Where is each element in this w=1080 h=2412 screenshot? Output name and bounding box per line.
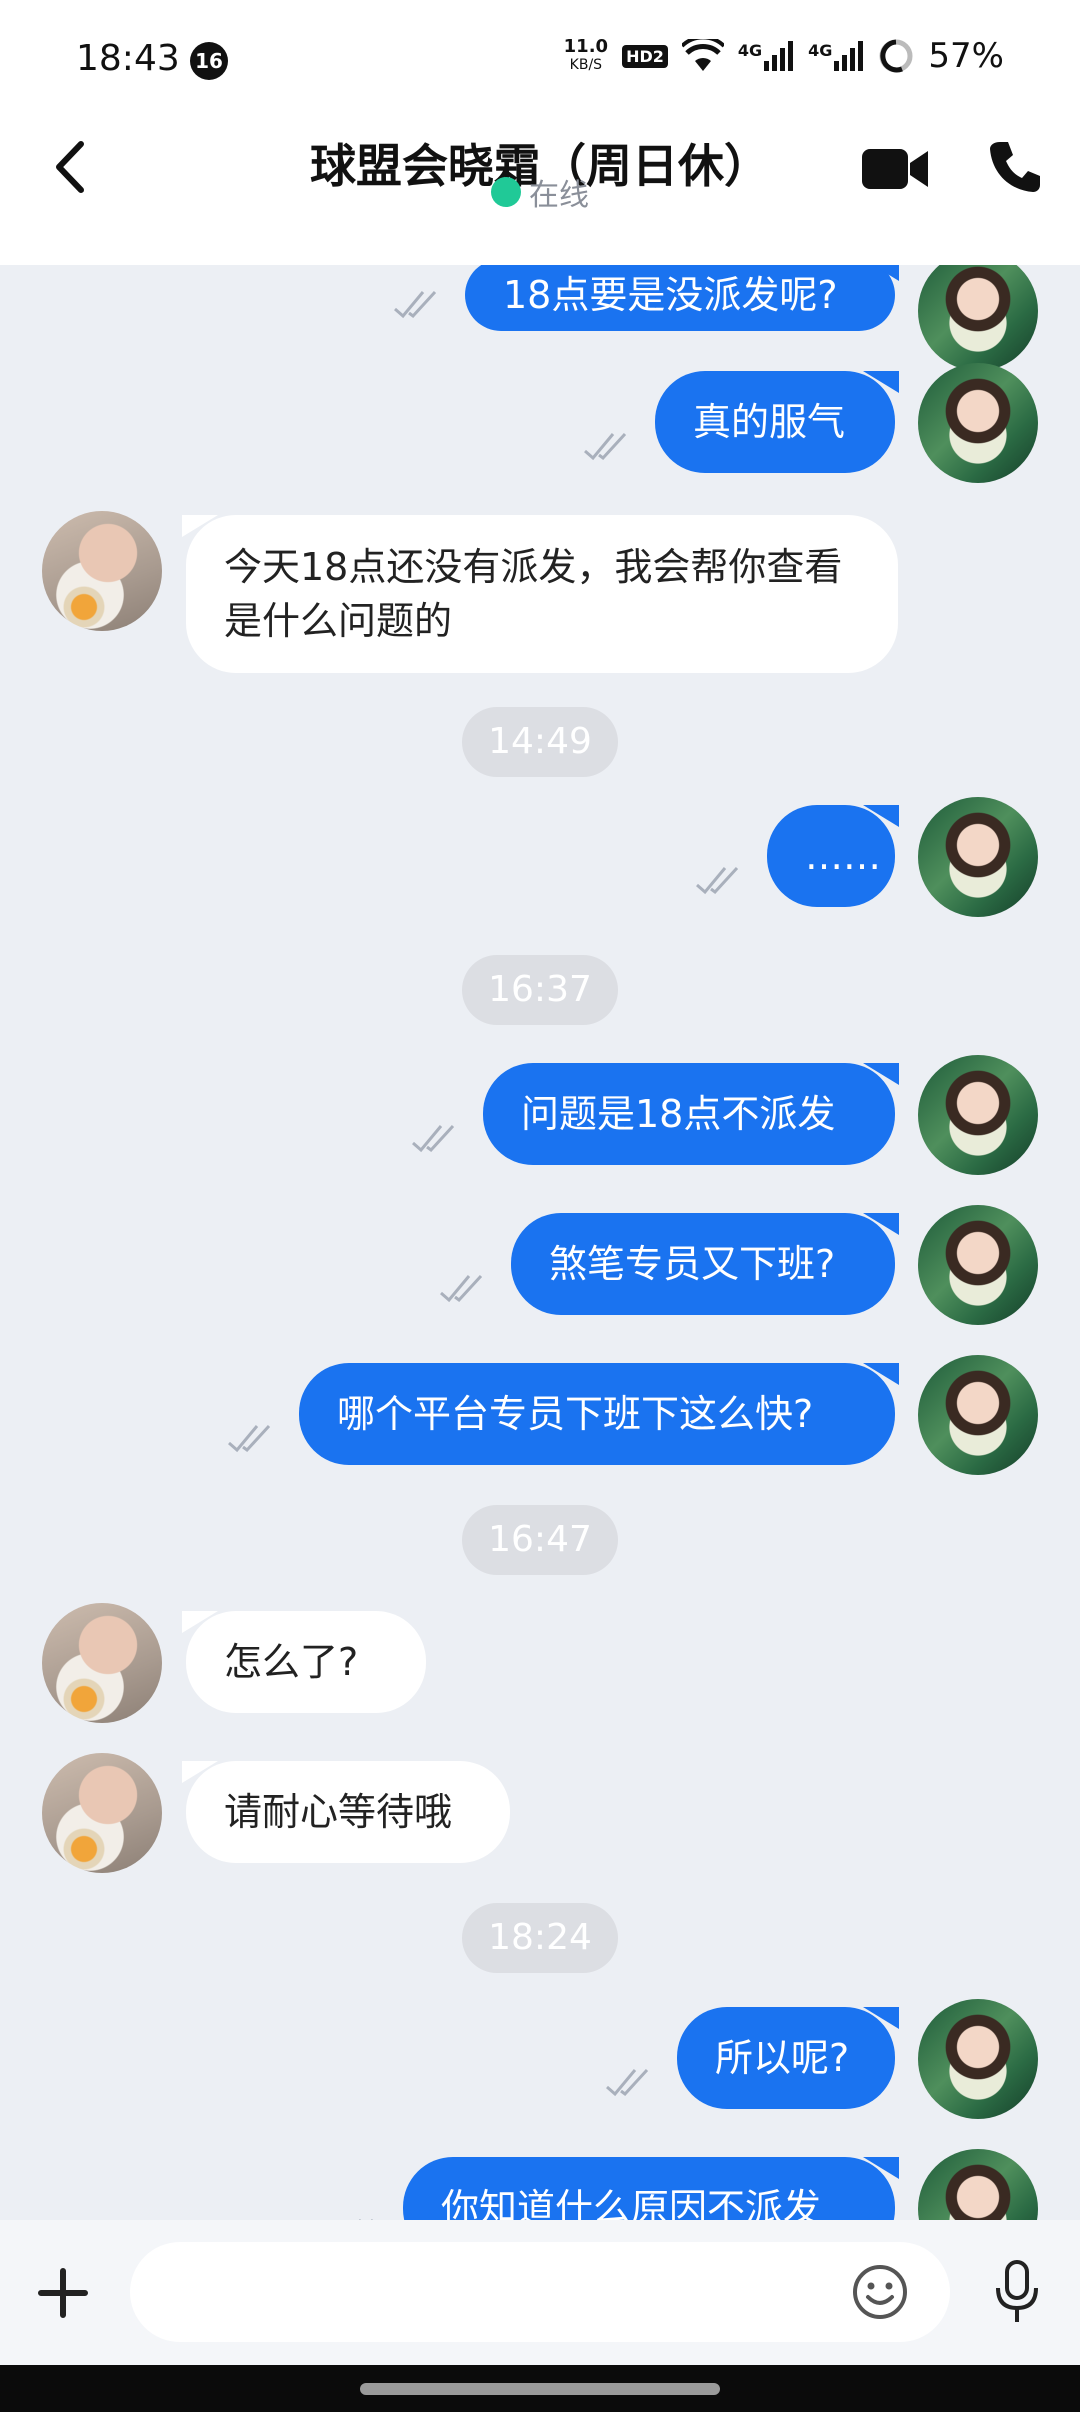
signal-network-label-2: 4G (808, 41, 833, 60)
home-gesture-handle[interactable] (360, 2383, 720, 2395)
attach-button[interactable] (30, 2260, 96, 2326)
phone-icon (990, 142, 1040, 192)
video-camera-icon (862, 149, 928, 189)
read-receipt-icon (605, 2067, 655, 2097)
notification-badge: 16 (190, 42, 228, 80)
time-divider-label: 14:49 (462, 707, 618, 777)
sent-message-bubble[interactable]: 所以呢? (677, 2007, 899, 2109)
sent-message-bubble[interactable]: 哪个平台专员下班下这么快? (299, 1363, 899, 1465)
signal-bars-icon-2 (834, 41, 864, 71)
time-divider: 16:47 (0, 1505, 1080, 1575)
signal-icon-2: 4G (808, 41, 864, 71)
network-speed-value: 11.0 (563, 36, 609, 57)
read-receipt-icon (439, 1273, 489, 1303)
signal-icon: 4G (738, 41, 794, 71)
sent-message-bubble[interactable]: 你知道什么原因不派发 (403, 2157, 899, 2220)
message-input[interactable] (130, 2242, 950, 2342)
emoji-button[interactable] (848, 2260, 912, 2324)
sent-message-bubble[interactable]: 煞笔专员又下班? (511, 1213, 899, 1315)
sent-message-bubble[interactable]: …… (767, 805, 899, 907)
wifi-icon (681, 39, 724, 71)
my-avatar[interactable] (918, 1205, 1038, 1325)
received-message-bubble[interactable]: 怎么了? (182, 1611, 426, 1713)
time-divider: 14:49 (0, 707, 1080, 777)
sent-message-bubble[interactable]: 问题是18点不派发 (483, 1063, 899, 1165)
read-receipt-icon (583, 431, 633, 461)
plus-icon (38, 2268, 88, 2318)
input-bar (0, 2220, 1080, 2365)
sent-message-bubble[interactable]: 真的服气 (655, 371, 899, 473)
read-receipt-icon (695, 865, 745, 895)
status-icons: 11.0 KB/S HD2 4G 4G 57% (564, 36, 1004, 76)
my-avatar[interactable] (918, 265, 1038, 371)
contact-avatar[interactable] (42, 511, 162, 631)
time-divider-label: 18:24 (462, 1903, 618, 1973)
voice-input-button[interactable] (985, 2256, 1049, 2328)
battery-icon (879, 39, 913, 73)
my-avatar[interactable] (918, 1355, 1038, 1475)
time-divider: 16:37 (0, 955, 1080, 1025)
received-message-bubble[interactable]: 今天18点还没有派发，我会帮你查看是什么问题的 (182, 515, 898, 673)
message-list[interactable]: 18点要是没派发呢? 真的服气今天18点还没有派发，我会帮你查看是什么问题的 14:… (0, 265, 1080, 2220)
signal-network-label: 4G (737, 41, 763, 60)
signal-bars-icon (764, 41, 794, 71)
time-divider: 18:24 (0, 1903, 1080, 1973)
read-receipt-icon (227, 1423, 277, 1453)
hd-voice-icon: HD2 (622, 44, 668, 68)
presence-text: 在线 (529, 178, 589, 213)
chat-header: 球盟会晓霜（周日休） 在线 (0, 120, 1080, 265)
network-speed-unit: KB/S (569, 57, 603, 73)
system-nav-bar (0, 2365, 1080, 2412)
emoji-icon (853, 2265, 907, 2319)
contact-avatar[interactable] (42, 1603, 162, 1723)
video-call-button[interactable] (860, 134, 930, 204)
read-receipt-icon (411, 1123, 461, 1153)
microphone-icon (996, 2260, 1038, 2322)
voice-call-button[interactable] (980, 132, 1050, 202)
my-avatar[interactable] (918, 1055, 1038, 1175)
read-receipt-icon (393, 289, 443, 319)
time-divider-label: 16:47 (462, 1505, 618, 1575)
my-avatar[interactable] (918, 797, 1038, 917)
status-bar: 18:43 16 11.0 KB/S HD2 4G 4G 57% (0, 0, 1080, 120)
battery-percent: 57% (928, 36, 1004, 76)
received-message-bubble[interactable]: 请耐心等待哦 (182, 1761, 510, 1863)
chat-screen: 18:43 16 11.0 KB/S HD2 4G 4G 57% 球盟会晓霜（周… (0, 0, 1080, 2412)
contact-avatar[interactable] (42, 1753, 162, 1873)
sent-message-bubble[interactable]: 18点要是没派发呢? (465, 265, 899, 331)
my-avatar[interactable] (918, 1999, 1038, 2119)
my-avatar[interactable] (918, 363, 1038, 483)
status-time: 18:43 (76, 38, 180, 79)
online-dot-icon (491, 177, 521, 207)
time-divider-label: 16:37 (462, 955, 618, 1025)
network-speed: 11.0 KB/S (564, 38, 608, 74)
my-avatar[interactable] (918, 2149, 1038, 2220)
